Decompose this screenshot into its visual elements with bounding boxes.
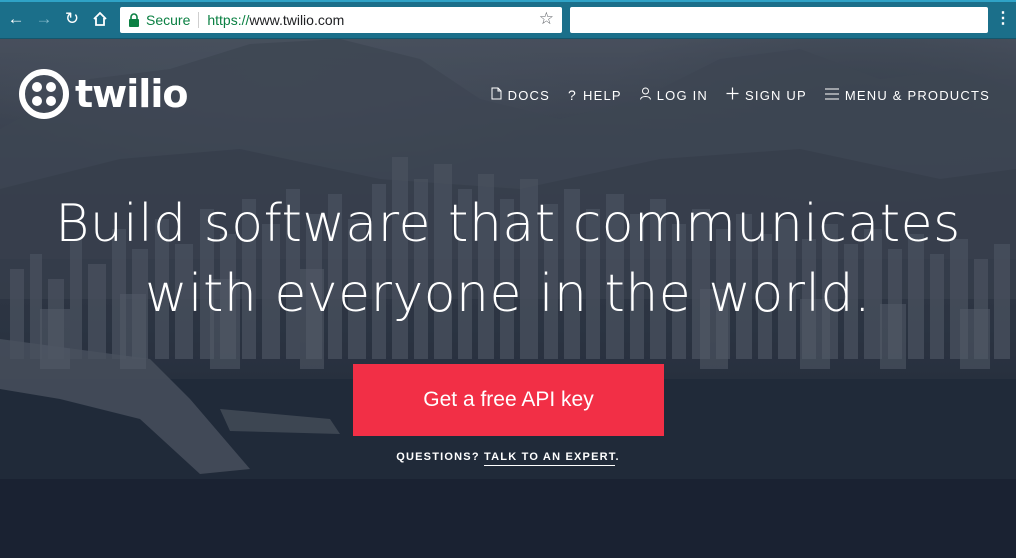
bookmark-star-icon[interactable]: ☆: [539, 9, 554, 29]
nav-log-in-label: LOG IN: [656, 87, 709, 103]
plus-icon: [726, 87, 739, 103]
questions-line: QUESTIONS? TALK TO AN EXPERT.: [0, 451, 1016, 466]
twilio-logo[interactable]: twilio: [19, 69, 188, 119]
lock-icon: [128, 13, 140, 27]
logo-wordmark: twilio: [75, 72, 188, 116]
secure-label: Secure: [146, 12, 191, 28]
question-icon: ?: [567, 87, 577, 103]
extension-field[interactable]: [570, 7, 988, 33]
nav-menu-products-label: MENU & PRODUCTS: [844, 87, 990, 103]
user-icon: [639, 87, 651, 103]
hamburger-icon: [824, 88, 839, 103]
questions-suffix: .: [615, 451, 620, 463]
top-navigation: DOCS ? HELP LOG IN SIGN UP MENU & PRODUC…: [473, 87, 990, 103]
nav-sign-up-label: SIGN UP: [745, 87, 807, 103]
talk-to-expert-link[interactable]: TALK TO AN EXPERT: [484, 451, 616, 466]
reload-icon[interactable]: ↻: [62, 9, 82, 29]
headline-line-2: with everyone in the world.: [144, 264, 872, 324]
address-divider: [198, 12, 200, 28]
nav-docs[interactable]: DOCS: [491, 87, 550, 103]
back-icon[interactable]: ←: [6, 9, 26, 29]
twilio-logo-mark-icon: [19, 69, 69, 119]
tab-strip-edge: [0, 0, 1016, 2]
nav-docs-label: DOCS: [507, 87, 550, 103]
nav-sign-up[interactable]: SIGN UP: [726, 87, 807, 103]
nav-help[interactable]: ? HELP: [568, 87, 622, 103]
browser-toolbar: ← → ↻ Secure https:// www.twilio.com ☆ ⋮: [0, 0, 1016, 39]
hero-headline: Build software that communicates with ev…: [0, 189, 1016, 329]
nav-log-in[interactable]: LOG IN: [639, 87, 709, 103]
browser-menu-icon[interactable]: ⋮: [995, 9, 1011, 29]
address-bar[interactable]: Secure https:// www.twilio.com ☆: [120, 7, 562, 33]
url-scheme: https://: [207, 12, 250, 28]
url-host: www.twilio.com: [249, 12, 345, 28]
get-api-key-button[interactable]: Get a free API key: [353, 364, 664, 436]
nav-help-label: HELP: [582, 87, 622, 103]
questions-prefix: QUESTIONS?: [396, 451, 480, 463]
nav-menu-products[interactable]: MENU & PRODUCTS: [824, 87, 990, 103]
headline-line-1: Build software that communicates: [55, 194, 961, 254]
forward-icon[interactable]: →: [34, 9, 54, 29]
home-icon[interactable]: [90, 9, 110, 29]
hero-section: twilio DOCS ? HELP LOG IN SIGN UP MENU &…: [0, 39, 1016, 558]
document-icon: [491, 87, 502, 103]
